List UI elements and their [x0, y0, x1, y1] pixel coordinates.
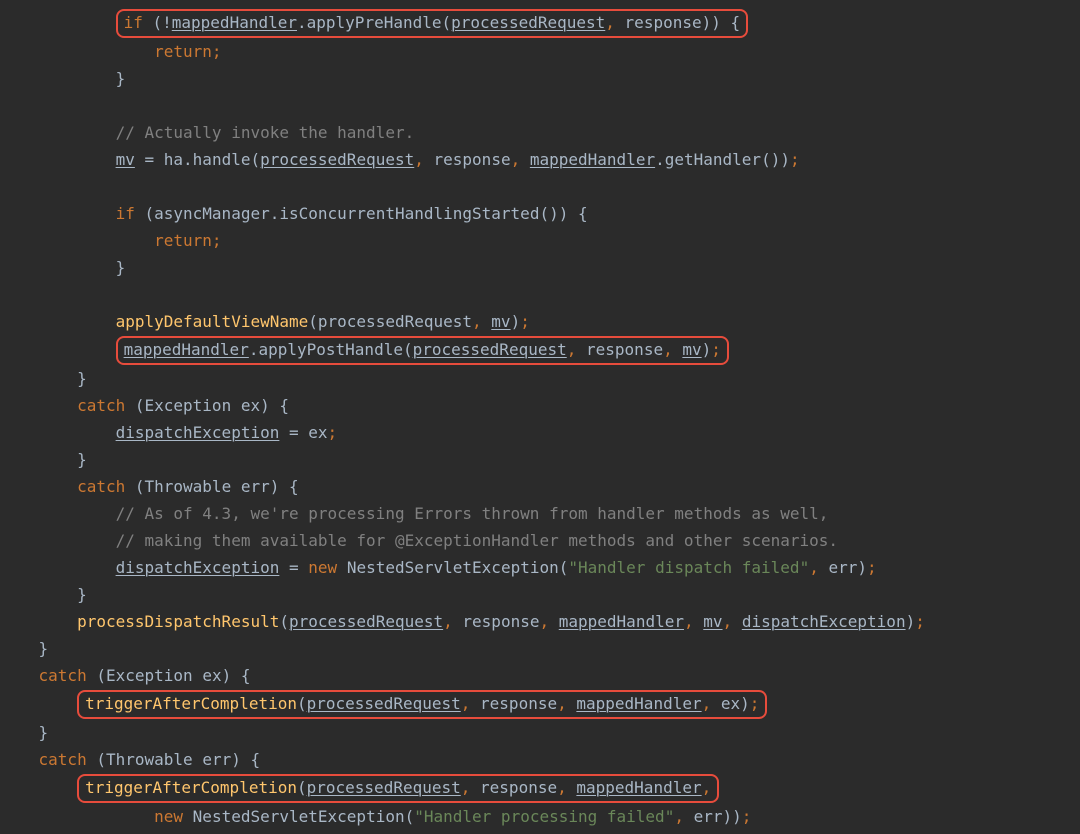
code-line: }: [0, 446, 1080, 473]
code-line: }: [0, 581, 1080, 608]
code-line: return;: [0, 38, 1080, 65]
code-line: }: [0, 365, 1080, 392]
code-line: return;: [0, 227, 1080, 254]
code-line: // Actually invoke the handler.: [0, 119, 1080, 146]
code-line: applyDefaultViewName(processedRequest, m…: [0, 308, 1080, 335]
code-line: mappedHandler.applyPostHandle(processedR…: [0, 335, 1080, 365]
code-line: new NestedServletException("Handler proc…: [0, 803, 1080, 830]
code-line: triggerAfterCompletion(processedRequest,…: [0, 773, 1080, 803]
code-line: // As of 4.3, we're processing Errors th…: [0, 500, 1080, 527]
code-line: }: [0, 719, 1080, 746]
code-line: // making them available for @ExceptionH…: [0, 527, 1080, 554]
code-line: [0, 173, 1080, 200]
code-line: catch (Throwable err) {: [0, 473, 1080, 500]
code-line: if (asyncManager.isConcurrentHandlingSta…: [0, 200, 1080, 227]
code-line: catch (Throwable err) {: [0, 746, 1080, 773]
code-line: if (!mappedHandler.applyPreHandle(proces…: [0, 8, 1080, 38]
code-line: }: [0, 635, 1080, 662]
code-line: processDispatchResult(processedRequest, …: [0, 608, 1080, 635]
code-line: dispatchException = new NestedServletExc…: [0, 554, 1080, 581]
code-line: [0, 281, 1080, 308]
code-line: }: [0, 65, 1080, 92]
code-line: catch (Exception ex) {: [0, 662, 1080, 689]
code-line: dispatchException = ex;: [0, 419, 1080, 446]
code-line: }: [0, 254, 1080, 281]
code-line: triggerAfterCompletion(processedRequest,…: [0, 689, 1080, 719]
code-line: catch (Exception ex) {: [0, 392, 1080, 419]
code-line: mv = ha.handle(processedRequest, respons…: [0, 146, 1080, 173]
code-editor[interactable]: if (!mappedHandler.applyPreHandle(proces…: [0, 8, 1080, 830]
code-line: [0, 92, 1080, 119]
